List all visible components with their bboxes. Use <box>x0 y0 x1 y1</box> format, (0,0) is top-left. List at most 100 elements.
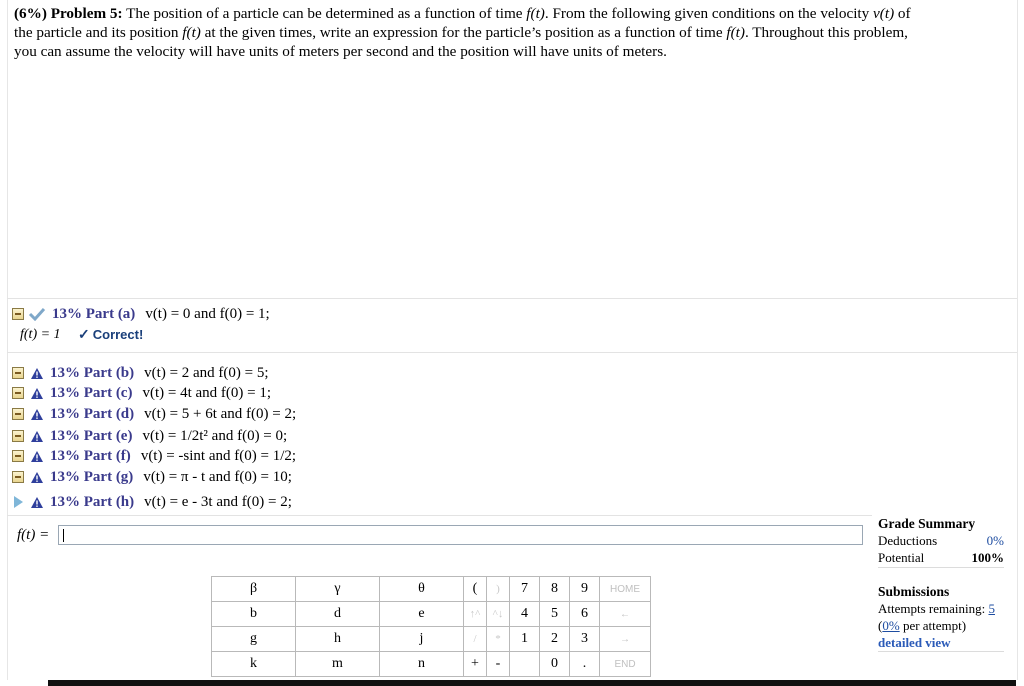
key-minus[interactable]: - <box>486 651 510 677</box>
divider <box>878 651 1004 652</box>
key-decimal[interactable]: . <box>569 651 600 677</box>
key-right-arrow[interactable]: → <box>599 626 651 652</box>
part-c-row[interactable]: 13% Part (c) v(t) = 4t and f(0) = 1; <box>12 383 271 403</box>
part-h-row[interactable]: 13% Part (h) v(t) = e - 3t and f(0) = 2; <box>12 492 292 512</box>
answer-label: f(t) = <box>17 527 50 543</box>
part-c-label: 13% Part (c) <box>50 385 133 401</box>
potential-label: Potential <box>878 550 925 565</box>
separator <box>7 352 1017 353</box>
part-f-row[interactable]: 13% Part (f) v(t) = -sint and f(0) = 1/2… <box>12 446 296 466</box>
symbol-keypad: β γ θ ( ) 7 8 9 HOME b d e ↑^ ^↓ 4 5 6 ←… <box>211 576 651 677</box>
submissions-panel: Submissions Attempts remaining: 5 (0% pe… <box>878 583 1004 652</box>
problem-ft-2: f(t) <box>182 24 201 41</box>
per-attempt-value: 0% <box>882 618 900 633</box>
key-b[interactable]: b <box>211 601 296 627</box>
part-d-condition: v(t) = 5 + 6t and f(0) = 2; <box>144 406 297 422</box>
part-d-row[interactable]: 13% Part (d) v(t) = 5 + 6t and f(0) = 2; <box>12 404 296 424</box>
deductions-value: 0% <box>986 533 1004 548</box>
deductions-row: Deductions 0% <box>878 532 1004 549</box>
warning-icon <box>31 471 43 483</box>
divider <box>878 567 1004 568</box>
part-b-condition: v(t) = 2 and f(0) = 5; <box>144 365 269 381</box>
collapse-icon[interactable] <box>12 430 24 442</box>
key-theta[interactable]: θ <box>379 576 464 602</box>
warning-icon <box>31 408 43 420</box>
warning-icon <box>31 387 43 399</box>
part-a-label: 13% Part (a) <box>52 306 136 322</box>
part-h-label: 13% Part (h) <box>50 494 135 510</box>
answer-input[interactable] <box>58 525 863 545</box>
expand-arrow-icon[interactable] <box>14 496 23 508</box>
key-end[interactable]: END <box>599 651 651 677</box>
problem-statement: (6%) Problem 5: The position of a partic… <box>14 4 914 61</box>
key-3[interactable]: 3 <box>569 626 600 652</box>
key-close-paren[interactable]: ) <box>486 576 510 602</box>
key-5[interactable]: 5 <box>539 601 570 627</box>
warning-icon <box>31 496 43 508</box>
key-h[interactable]: h <box>295 626 380 652</box>
key-beta[interactable]: β <box>211 576 296 602</box>
problem-ft-1: f(t) <box>526 5 545 22</box>
key-e[interactable]: e <box>379 601 464 627</box>
key-d[interactable]: d <box>295 601 380 627</box>
collapse-icon[interactable] <box>12 450 24 462</box>
part-g-condition: v(t) = π - t and f(0) = 10; <box>143 469 292 485</box>
part-d-label: 13% Part (d) <box>50 406 135 422</box>
submissions-title: Submissions <box>878 584 950 599</box>
per-attempt-text: per attempt) <box>899 618 967 633</box>
problem-lead: (6%) Problem 5: <box>14 5 123 22</box>
potential-value: 100% <box>971 550 1005 565</box>
part-f-condition: v(t) = -sint and f(0) = 1/2; <box>140 448 297 464</box>
collapse-icon[interactable] <box>12 471 24 483</box>
key-g[interactable]: g <box>211 626 296 652</box>
problem-text-1: The position of a particle can be determ… <box>126 5 527 22</box>
text-caret <box>63 529 64 542</box>
key-2[interactable]: 2 <box>539 626 570 652</box>
correct-text: Correct! <box>92 327 144 342</box>
detailed-view-link[interactable]: detailed view <box>878 635 951 650</box>
part-e-row[interactable]: 13% Part (e) v(t) = 1/2t² and f(0) = 0; <box>12 426 287 446</box>
collapse-icon[interactable] <box>12 308 24 320</box>
collapse-icon[interactable] <box>12 367 24 379</box>
part-b-row[interactable]: 13% Part (b) v(t) = 2 and f(0) = 5; <box>12 363 269 383</box>
key-home[interactable]: HOME <box>599 576 651 602</box>
per-attempt-row: (0% per attempt) <box>878 618 967 633</box>
key-plus[interactable]: + <box>463 651 487 677</box>
key-multiply[interactable]: * <box>486 626 510 652</box>
key-8[interactable]: 8 <box>539 576 570 602</box>
key-0[interactable]: 0 <box>539 651 570 677</box>
key-superscript[interactable]: ↑^ <box>463 601 487 627</box>
key-k[interactable]: k <box>211 651 296 677</box>
collapse-icon[interactable] <box>12 408 24 420</box>
grade-summary: Grade Summary Deductions 0% Potential 100% <box>878 515 1004 568</box>
attempts-row: Attempts remaining: 5 <box>878 600 1004 617</box>
key-m[interactable]: m <box>295 651 380 677</box>
deductions-label: Deductions <box>878 533 938 548</box>
key-open-paren[interactable]: ( <box>463 576 487 602</box>
collapse-icon[interactable] <box>12 387 24 399</box>
key-9[interactable]: 9 <box>569 576 600 602</box>
check-icon <box>28 307 46 321</box>
key-blank <box>509 651 540 677</box>
key-backspace[interactable]: ← <box>599 601 651 627</box>
key-gamma[interactable]: γ <box>295 576 380 602</box>
grade-summary-title: Grade Summary <box>878 516 976 531</box>
part-a-row[interactable]: 13% Part (a) v(t) = 0 and f(0) = 1; <box>12 304 270 324</box>
key-n[interactable]: n <box>379 651 464 677</box>
key-j[interactable]: j <box>379 626 464 652</box>
key-7[interactable]: 7 <box>509 576 540 602</box>
part-a-condition: v(t) = 0 and f(0) = 1; <box>145 306 270 322</box>
part-b-label: 13% Part (b) <box>50 365 135 381</box>
key-divide[interactable]: / <box>463 626 487 652</box>
key-1[interactable]: 1 <box>509 626 540 652</box>
key-4[interactable]: 4 <box>509 601 540 627</box>
part-e-condition: v(t) = 1/2t² and f(0) = 0; <box>142 428 288 444</box>
warning-icon <box>31 367 43 379</box>
key-subscript[interactable]: ^↓ <box>486 601 510 627</box>
part-g-row[interactable]: 13% Part (g) v(t) = π - t and f(0) = 10; <box>12 467 292 487</box>
problem-text-4: at the given times, write an expression … <box>200 24 727 41</box>
potential-row: Potential 100% <box>878 549 1004 566</box>
bottom-bar <box>48 680 1016 686</box>
key-6[interactable]: 6 <box>569 601 600 627</box>
part-a-answer: f(t) = 1 <box>20 327 61 342</box>
